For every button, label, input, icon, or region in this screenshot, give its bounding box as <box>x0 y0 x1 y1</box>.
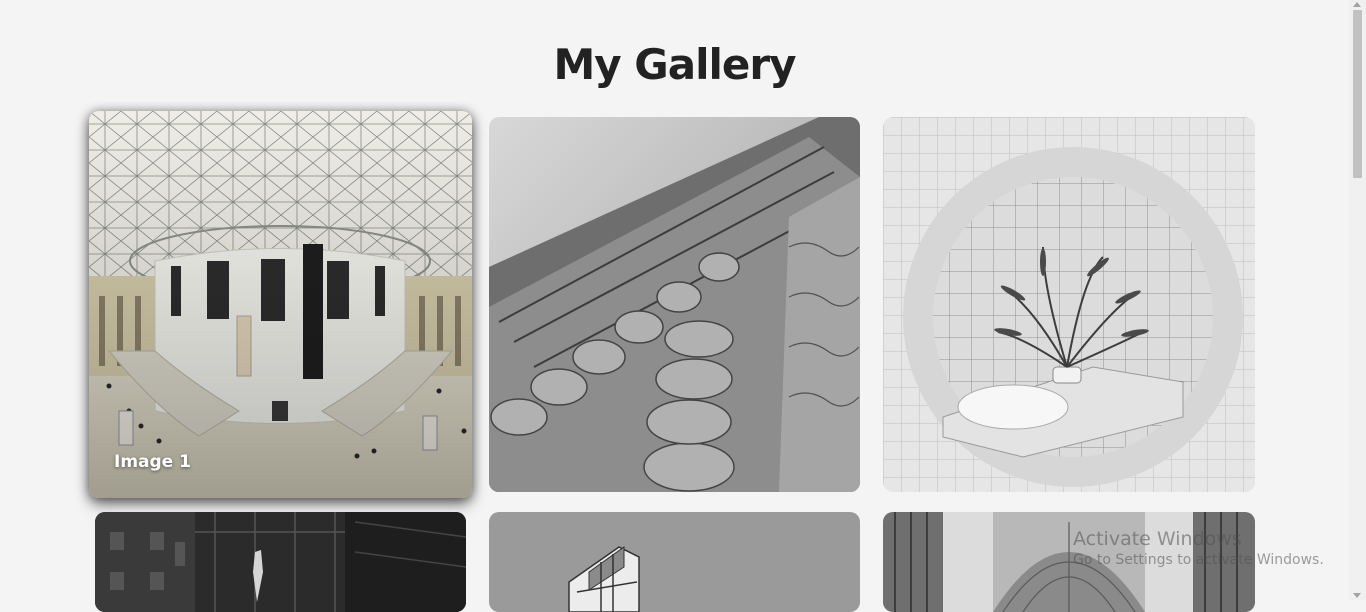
gallery-title: My Gallery <box>553 40 797 89</box>
scrollbar-thumb[interactable] <box>1353 10 1362 178</box>
museum-dome-image <box>89 111 472 498</box>
watermark-title: Activate Windows <box>1073 528 1242 550</box>
image-caption: Image 1 <box>114 452 191 472</box>
gallery-image-3[interactable] <box>883 117 1255 492</box>
gallery-image-1[interactable]: Image 1 <box>89 111 472 498</box>
gothic-facade-image <box>489 117 860 492</box>
scroll-down-arrow-icon[interactable] <box>1353 593 1361 598</box>
balcony-building-image <box>489 512 860 612</box>
gallery-image-2[interactable] <box>489 117 860 492</box>
watermark-subtitle: Go to Settings to activate Windows. <box>1073 552 1324 568</box>
dark-building-image <box>95 512 466 612</box>
gallery-image-4[interactable] <box>95 512 466 612</box>
scroll-up-arrow-icon[interactable] <box>1353 2 1361 7</box>
vertical-scrollbar[interactable] <box>1349 0 1366 600</box>
gallery-image-5[interactable] <box>489 512 860 612</box>
tiled-bathroom-image <box>883 117 1255 492</box>
activate-windows-watermark: Activate Windows Go to Settings to activ… <box>1073 527 1324 569</box>
